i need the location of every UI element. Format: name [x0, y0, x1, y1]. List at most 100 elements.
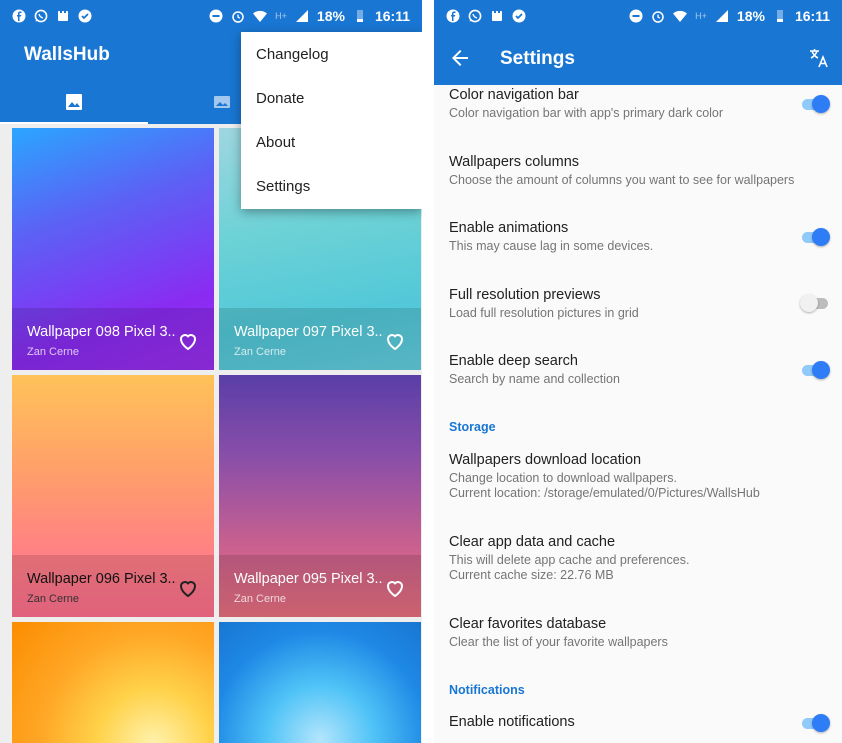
pref-summary-line: Current cache size: 22.76 MB — [449, 568, 614, 582]
facebook-icon — [446, 9, 460, 23]
pref-summary: Search by name and collection — [449, 372, 620, 386]
app-icon — [56, 9, 70, 23]
settings-list: Color navigation bar Color navigation ba… — [434, 85, 842, 743]
alarm-icon — [651, 9, 665, 23]
pref-title: Color navigation bar — [449, 87, 579, 103]
pref-title: Enable notifications — [449, 714, 575, 730]
menu-item-donate[interactable]: Donate — [241, 76, 422, 120]
wallpaper-author: Zan Cerne — [27, 593, 79, 605]
color-navigation-bar-toggle[interactable] — [800, 93, 830, 113]
pref-full-resolution-previews[interactable]: Full resolution previews Load full resol… — [449, 287, 830, 321]
pref-summary: Load full resolution pictures in grid — [449, 306, 639, 320]
settings-screen: H+ 18% 16:11 Settings Color navigation b… — [434, 0, 842, 743]
pref-summary: This will delete app cache and preferenc… — [449, 553, 830, 583]
pref-title: Wallpapers download location — [449, 452, 642, 468]
enable-animations-toggle[interactable] — [800, 226, 830, 246]
pref-summary: Choose the amount of columns you want to… — [449, 173, 795, 187]
pref-enable-animations[interactable]: Enable animations This may cause lag in … — [449, 220, 830, 254]
pref-download-location[interactable]: Wallpapers download location Change loca… — [449, 452, 830, 501]
pref-clear-app-data[interactable]: Clear app data and cache This will delet… — [449, 534, 830, 583]
wallpapers-icon — [66, 94, 82, 110]
menu-item-about[interactable]: About — [241, 120, 422, 164]
pref-title: Full resolution previews — [449, 287, 601, 303]
clock: 16:11 — [374, 8, 410, 24]
pref-enable-deep-search[interactable]: Enable deep search Search by name and co… — [449, 353, 830, 387]
favorite-heart-icon[interactable] — [176, 576, 200, 600]
app-bar: Settings — [434, 32, 842, 85]
switch-thumb — [812, 714, 830, 732]
wallpaper-title: Wallpaper 098 Pixel 3... — [27, 324, 177, 340]
switch-thumb — [812, 95, 830, 113]
pref-clear-favorites[interactable]: Clear favorites database Clear the list … — [449, 616, 830, 650]
whatsapp-icon — [34, 9, 48, 23]
wallpaper-title: Wallpaper 095 Pixel 3... — [234, 571, 384, 587]
switch-thumb — [812, 228, 830, 246]
clock: 16:11 — [794, 8, 830, 24]
wallpaper-author: Zan Cerne — [27, 346, 79, 358]
enable-notifications-toggle[interactable] — [800, 712, 830, 732]
pref-title: Wallpapers columns — [449, 154, 580, 170]
pref-color-navigation-bar[interactable]: Color navigation bar Color navigation ba… — [449, 87, 830, 121]
wallpaper-card[interactable]: Wallpaper 098 Pixel 3... Zan Cerne — [12, 128, 214, 370]
pref-title: Enable animations — [449, 220, 569, 236]
favorite-heart-icon[interactable] — [383, 329, 407, 353]
battery-icon — [353, 9, 367, 23]
overflow-menu: Changelog Donate About Settings — [241, 32, 422, 209]
category-storage: Storage — [449, 420, 496, 434]
network-type: H+ — [695, 11, 707, 21]
favorite-heart-icon[interactable] — [176, 329, 200, 353]
wifi-icon — [253, 9, 268, 23]
pref-enable-notifications[interactable]: Enable notifications — [449, 714, 830, 730]
switch-thumb — [800, 294, 818, 312]
wallpaper-card[interactable] — [12, 622, 214, 743]
signal-icon — [295, 9, 309, 23]
wallpaper-author: Zan Cerne — [234, 593, 286, 605]
enable-deep-search-toggle[interactable] — [800, 359, 830, 379]
status-bar: H+ 18% 16:11 — [434, 0, 842, 32]
network-type: H+ — [275, 11, 287, 21]
facebook-icon — [12, 9, 26, 23]
wifi-icon — [673, 9, 688, 23]
wallshub-main-screen: H+ 18% 16:11 WallsHub Wallpaper 098 Pixe… — [0, 0, 422, 743]
app-icon — [490, 9, 504, 23]
wallpaper-card[interactable]: Wallpaper 095 Pixel 3... Zan Cerne — [219, 375, 421, 617]
pref-summary: This may cause lag in some devices. — [449, 239, 654, 253]
check-icon — [512, 9, 526, 23]
switch-thumb — [812, 361, 830, 379]
dnd-icon — [629, 9, 643, 23]
wallpaper-author: Zan Cerne — [234, 346, 286, 358]
battery-percent: 18% — [736, 8, 765, 24]
battery-percent: 18% — [316, 8, 345, 24]
pref-title: Clear app data and cache — [449, 534, 616, 550]
dnd-icon — [209, 9, 223, 23]
battery-icon — [773, 9, 787, 23]
translate-icon[interactable] — [808, 46, 830, 70]
tab-wallpapers[interactable] — [0, 80, 148, 124]
pref-summary-line: Current location: /storage/emulated/0/Pi… — [449, 486, 760, 500]
check-icon — [78, 9, 92, 23]
wallpaper-card[interactable] — [219, 622, 421, 743]
menu-item-settings[interactable]: Settings — [241, 164, 422, 208]
wallpaper-title: Wallpaper 096 Pixel 3... — [27, 571, 177, 587]
collections-icon — [214, 96, 230, 108]
favorite-heart-icon[interactable] — [383, 576, 407, 600]
wallpaper-card[interactable]: Wallpaper 096 Pixel 3... Zan Cerne — [12, 375, 214, 617]
pref-summary: Color navigation bar with app's primary … — [449, 106, 724, 120]
whatsapp-icon — [468, 9, 482, 23]
tab-indicator — [0, 122, 148, 124]
full-resolution-previews-toggle[interactable] — [800, 292, 830, 312]
pref-summary: Clear the list of your favorite wallpape… — [449, 635, 668, 649]
pref-wallpapers-columns[interactable]: Wallpapers columns Choose the amount of … — [449, 154, 830, 188]
category-notifications: Notifications — [449, 683, 525, 697]
menu-item-changelog[interactable]: Changelog — [241, 32, 422, 76]
pref-title: Enable deep search — [449, 353, 578, 369]
app-title: WallsHub — [24, 44, 110, 65]
wallpaper-title: Wallpaper 097 Pixel 3... — [234, 324, 384, 340]
pref-title: Clear favorites database — [449, 616, 607, 632]
status-bar: H+ 18% 16:11 — [0, 0, 422, 32]
pref-summary-line: Change location to download wallpapers. — [449, 471, 677, 485]
pref-summary: Change location to download wallpapers. … — [449, 471, 830, 501]
signal-icon — [715, 9, 729, 23]
pref-summary-line: This will delete app cache and preferenc… — [449, 553, 690, 567]
back-arrow-icon[interactable] — [448, 46, 472, 70]
